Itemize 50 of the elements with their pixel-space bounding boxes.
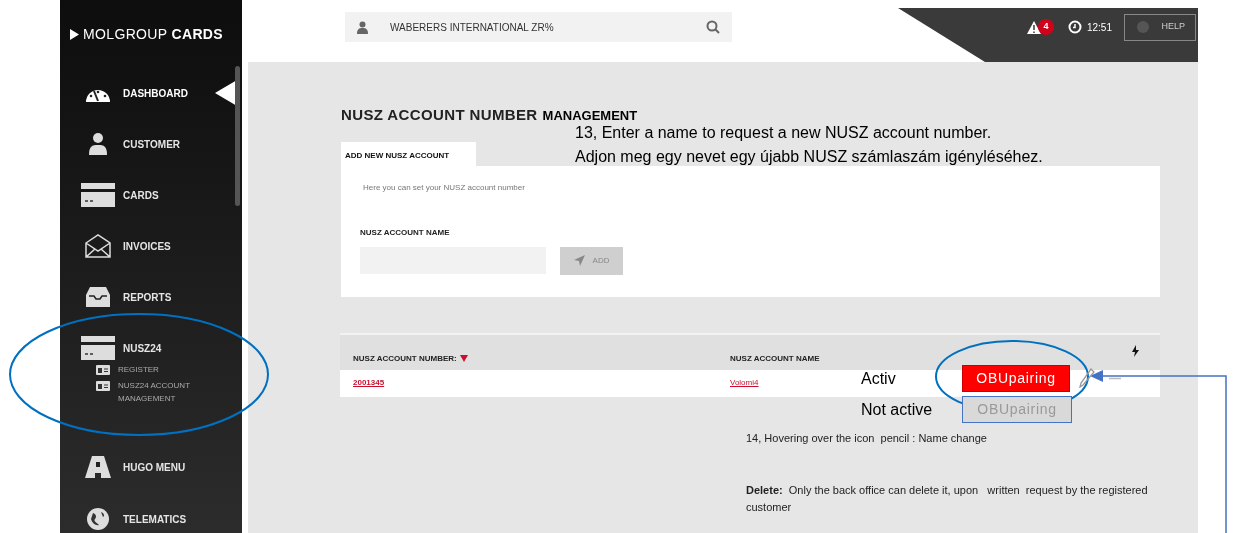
- warning-icon[interactable]: [1026, 20, 1041, 34]
- search-icon[interactable]: [706, 20, 720, 34]
- brand-logo: MOLGROUP CARDS: [83, 25, 223, 44]
- lightning-icon: [1131, 344, 1139, 357]
- card-icon: [81, 336, 115, 360]
- instruction-text: 13, Enter a name to request a new NUSZ account number.: [575, 123, 993, 143]
- page-title: NUSZ ACCOUNT NUMBER: [341, 105, 538, 125]
- nav-item[interactable]: REPORTS: [60, 285, 242, 309]
- pencil-icon[interactable]: [1079, 368, 1095, 388]
- id-card-icon: [96, 381, 110, 391]
- account-number-link[interactable]: 2001345: [353, 378, 385, 387]
- envelope-icon: [85, 234, 111, 258]
- field-label: NUSZ ACCOUNT NAME: [360, 226, 451, 239]
- nav-subitem[interactable]: NUSZ24 ACCOUNT MANAGEMENT: [60, 379, 242, 405]
- page-title: MANAGEMENT: [542, 107, 638, 125]
- search-field[interactable]: WABERERS INTERNATIONAL ZR%: [345, 12, 732, 42]
- form-hint: Here you can set your NUSZ account number: [363, 181, 526, 194]
- column-header[interactable]: NUSZ ACCOUNT NAME: [730, 352, 820, 365]
- tray-icon: [86, 287, 110, 307]
- id-card-icon: [96, 365, 110, 375]
- obu-pairing-button[interactable]: OBUpairing: [962, 365, 1070, 392]
- nav-subitem[interactable]: REGISTER: [60, 363, 242, 376]
- clock-time: 12:51: [1086, 20, 1112, 35]
- nav-item[interactable]: NUSZ24: [60, 336, 242, 360]
- note-text: Delete: Only the back office can delete it, upon written request by the registered customer: [746, 483, 1149, 515]
- help-button[interactable]: HELP: [1124, 13, 1196, 41]
- form-tab[interactable]: ADD NEW NUSZ ACCOUNT: [341, 141, 476, 166]
- road-icon: [85, 456, 111, 478]
- send-icon: [573, 255, 585, 266]
- instruction-text: Adjon meg egy nevet egy újabb NUSZ számlaszám igényléséhez.: [575, 147, 1043, 167]
- nav-item[interactable]: CUSTOMER: [60, 132, 242, 156]
- globe-icon: [87, 508, 109, 530]
- nav-item[interactable]: CARDS: [60, 183, 242, 207]
- state-label: Not active: [861, 399, 934, 420]
- state-label: Activ: [861, 368, 897, 389]
- sort-indicator[interactable]: [459, 355, 468, 362]
- play-icon: [70, 29, 79, 40]
- nav-item[interactable]: TELEMATICS: [60, 507, 242, 531]
- nav-item[interactable]: HUGO MENU: [60, 455, 242, 479]
- nav-item[interactable]: INVOICES: [60, 234, 242, 258]
- person-icon: [89, 133, 107, 155]
- card-icon: [81, 183, 115, 207]
- dash-icon[interactable]: [1109, 376, 1121, 380]
- account-name-link[interactable]: Volomi4: [730, 378, 759, 387]
- person-icon: [357, 20, 368, 34]
- question-icon: [1137, 21, 1150, 33]
- clock-icon: [1067, 20, 1082, 34]
- column-header[interactable]: NUSZ ACCOUNT NUMBER:: [353, 352, 457, 365]
- nav-item[interactable]: DASHBOARD: [60, 81, 242, 105]
- note-text: 14, Hovering over the icon pencil : Name change: [746, 431, 987, 446]
